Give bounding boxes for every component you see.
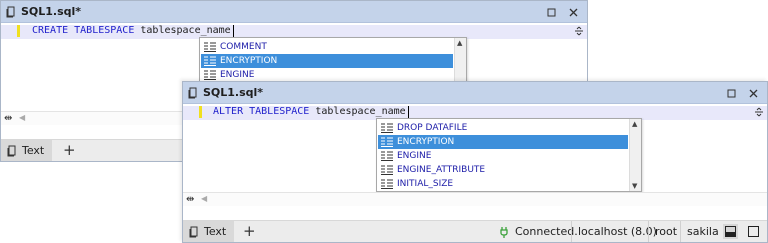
document-icon: [188, 87, 197, 99]
restore-button[interactable]: [723, 85, 739, 101]
keyword-list-icon: [381, 137, 393, 147]
popup-scrollbar[interactable]: ▲ ▼: [629, 119, 641, 191]
close-button[interactable]: [565, 4, 581, 20]
tab-text[interactable]: Text: [183, 221, 235, 242]
keyword-list-icon: [381, 151, 393, 161]
suggestion-item[interactable]: ENCRYPTION: [378, 135, 628, 149]
scroll-left-arrow[interactable]: ◀: [19, 113, 25, 122]
sql-statement[interactable]: ALTER TABLESPACE tablespace_name: [213, 106, 409, 118]
tab-text[interactable]: Text: [1, 140, 53, 161]
window-title: SQL1.sql*: [203, 86, 264, 99]
suggestion-item[interactable]: COMMENT: [201, 40, 453, 54]
editor-window-front[interactable]: SQL1.sql* ALTER TABLESPACE tablespace_na…: [182, 81, 768, 243]
scroll-up-arrow[interactable]: ▲: [632, 120, 637, 128]
panel-float-button[interactable]: [746, 224, 761, 239]
close-icon: [749, 89, 757, 97]
bottom-bar: Text + Connected. localhost (8.0) root s…: [183, 220, 767, 242]
sql-statement[interactable]: CREATE TABLESPACE tablespace_name: [32, 25, 234, 37]
tab-label: Text: [204, 225, 227, 238]
suggestion-item[interactable]: DROP DATAFILE: [378, 121, 628, 135]
suggestion-item[interactable]: INITIAL_SIZE: [378, 177, 628, 191]
split-editor-button[interactable]: [753, 107, 765, 119]
splitter-icon[interactable]: ⇹: [4, 113, 12, 124]
sql-identifier: tablespace_name: [140, 25, 231, 36]
sql-keyword: CREATE TABLESPACE: [32, 25, 135, 36]
keyword-list-icon: [204, 70, 216, 80]
connection-label: Connected.: [515, 225, 578, 238]
suggestion-label: ENCRYPTION: [220, 56, 278, 66]
scroll-down-arrow[interactable]: ▼: [632, 182, 637, 190]
text-cursor: [407, 106, 409, 118]
suggestion-item[interactable]: ENGINE_ATTRIBUTE: [378, 163, 628, 177]
titlebar[interactable]: SQL1.sql*: [183, 82, 767, 104]
sql-keyword: ALTER TABLESPACE: [213, 106, 310, 117]
database-label: sakila: [687, 225, 719, 238]
add-tab-button[interactable]: +: [63, 142, 76, 158]
restore-icon: [727, 89, 735, 97]
autocomplete-popup[interactable]: DROP DATAFILE ENCRYPTION ENGINE ENGINE_ATTR…: [376, 118, 642, 192]
user-label: root: [655, 225, 678, 238]
keyword-list-icon: [381, 165, 393, 175]
line-marker: [199, 106, 202, 118]
panel-bottom-icon: [725, 226, 736, 237]
split-editor-button[interactable]: [573, 26, 585, 38]
suggestion-label: ENGINE_ATTRIBUTE: [397, 165, 486, 175]
keyword-list-icon: [204, 42, 216, 52]
sql-editor[interactable]: ALTER TABLESPACE tablespace_name DROP DA…: [183, 105, 767, 206]
titlebar[interactable]: SQL1.sql*: [1, 1, 587, 23]
suggestion-label: COMMENT: [220, 42, 267, 52]
line-marker: [17, 25, 20, 37]
splitter-icon: [755, 107, 763, 117]
panel-bottom-button[interactable]: [723, 224, 738, 239]
scroll-up-arrow[interactable]: ▲: [457, 39, 462, 47]
plug-icon: [500, 226, 508, 238]
splitter-icon[interactable]: ⇹: [186, 194, 194, 205]
suggestion-label: ENCRYPTION: [397, 137, 455, 147]
keyword-list-icon: [204, 56, 216, 66]
keyword-list-icon: [381, 123, 393, 133]
suggestion-item[interactable]: ENCRYPTION: [201, 54, 453, 68]
autocomplete-popup[interactable]: COMMENT ENCRYPTION ENGINE ▲: [199, 37, 467, 82]
suggestion-item[interactable]: ENGINE: [378, 149, 628, 163]
database-status: sakila: [680, 221, 725, 242]
document-icon: [7, 145, 16, 156]
document-icon: [189, 226, 198, 237]
server-label: localhost (8.0): [578, 225, 657, 238]
window-title: SQL1.sql*: [21, 5, 82, 18]
suggestion-item[interactable]: ENGINE: [201, 68, 453, 81]
text-cursor: [232, 25, 234, 37]
sql-identifier: tablespace_name: [315, 106, 406, 117]
horizontal-scrollbar[interactable]: ⇹ ◀: [183, 192, 767, 206]
splitter-icon: [575, 26, 583, 36]
suggestion-label: INITIAL_SIZE: [397, 179, 454, 189]
document-icon: [6, 6, 15, 18]
window-icon: [748, 226, 759, 237]
close-button[interactable]: [745, 85, 761, 101]
suggestion-label: ENGINE: [220, 70, 255, 80]
tab-label: Text: [22, 144, 45, 157]
suggestion-label: ENGINE: [397, 151, 432, 161]
scroll-left-arrow[interactable]: ◀: [201, 194, 207, 203]
keyword-list-icon: [381, 179, 393, 189]
popup-scrollbar[interactable]: ▲: [454, 38, 466, 81]
add-tab-button[interactable]: +: [243, 223, 256, 239]
restore-icon: [547, 8, 555, 16]
suggestion-label: DROP DATAFILE: [397, 123, 468, 133]
user-status: root: [648, 221, 683, 242]
restore-button[interactable]: [543, 4, 559, 20]
close-icon: [569, 8, 577, 16]
